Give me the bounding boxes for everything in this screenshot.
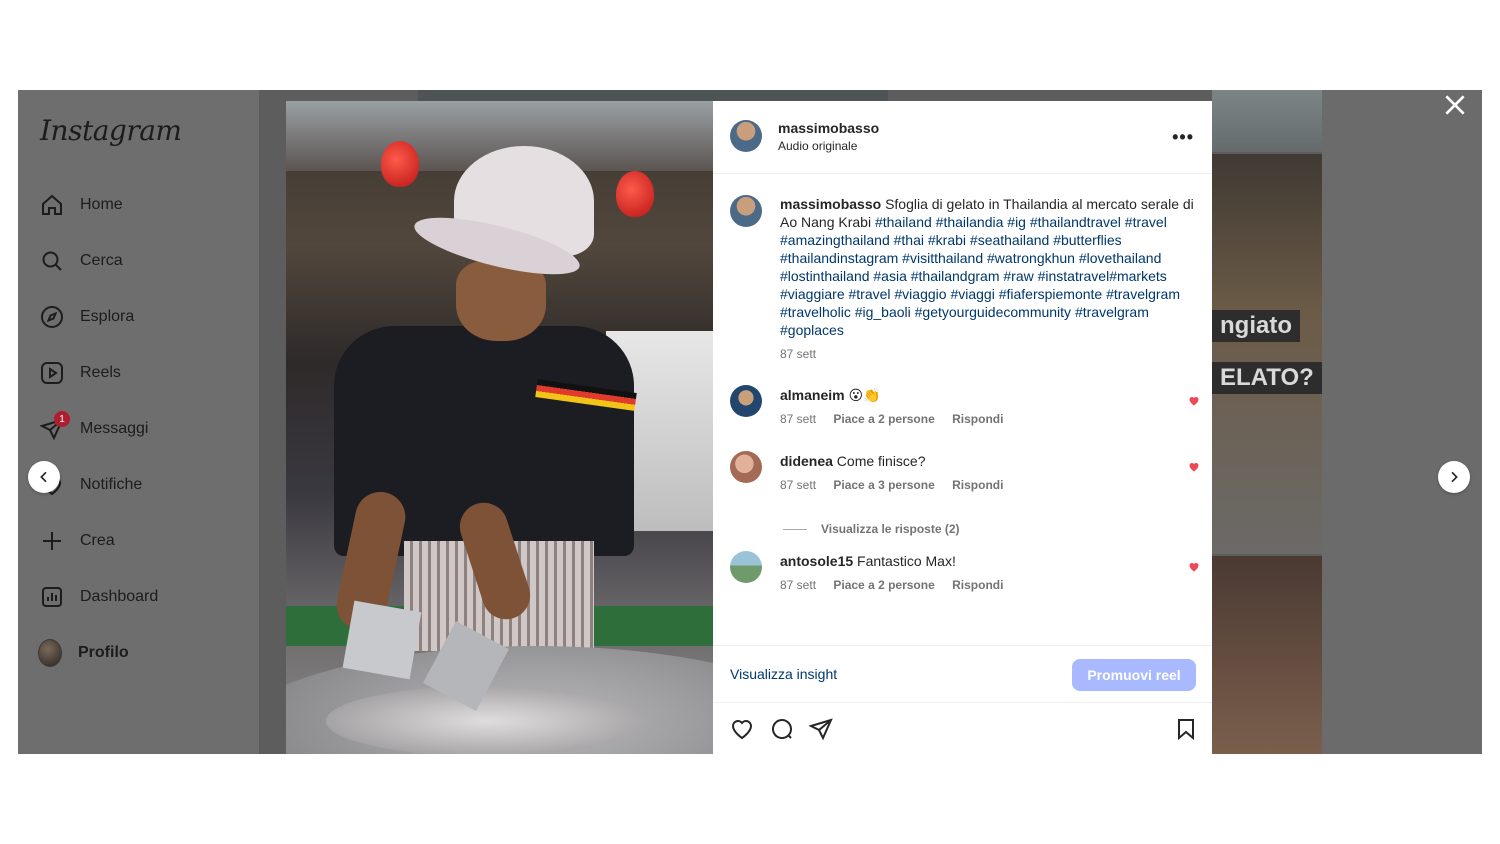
comment-username[interactable]: almaneim bbox=[780, 387, 845, 403]
post-media-video[interactable] bbox=[286, 101, 713, 754]
comment-username[interactable]: didenea bbox=[780, 453, 833, 469]
sidebar-item-reels[interactable]: Reels bbox=[40, 358, 121, 388]
reply-button[interactable]: Rispondi bbox=[952, 578, 1003, 592]
sidebar-item-messages[interactable]: 1 Messaggi bbox=[40, 411, 149, 444]
post-details-panel: massimobasso Audio originale ••• massimo… bbox=[713, 101, 1212, 754]
insights-bar: Visualizza insight Promuovi reel bbox=[713, 645, 1212, 703]
view-replies-button[interactable]: Visualizza le risposte (2) bbox=[783, 522, 960, 536]
dashboard-icon bbox=[40, 585, 64, 609]
comment-text: Fantastico Max! bbox=[857, 553, 956, 569]
sidebar-item-label: Notifiche bbox=[80, 476, 143, 493]
sidebar-item-label: Cerca bbox=[80, 252, 123, 269]
chevron-right-icon bbox=[1451, 471, 1458, 483]
reply-button[interactable]: Rispondi bbox=[952, 478, 1003, 492]
sidebar-item-label: Profilo bbox=[78, 644, 129, 661]
comment-likes[interactable]: Piace a 2 persone bbox=[833, 578, 934, 592]
sidebar-item-search[interactable]: Cerca bbox=[40, 246, 123, 276]
reels-icon bbox=[40, 361, 64, 385]
sidebar-item-create[interactable]: Crea bbox=[40, 526, 115, 556]
plus-icon bbox=[40, 529, 64, 553]
audio-label[interactable]: Audio originale bbox=[778, 139, 857, 153]
comment-avatar[interactable] bbox=[730, 385, 762, 417]
sidebar-item-label: Crea bbox=[80, 532, 115, 549]
sidebar: Instagram Home Cerca Esplora Reels 1 Mes… bbox=[18, 90, 260, 754]
next-post-button[interactable] bbox=[1438, 461, 1470, 493]
instagram-logo[interactable]: Instagram bbox=[40, 114, 182, 147]
owner-username[interactable]: massimobasso bbox=[778, 120, 879, 136]
comment-avatar[interactable] bbox=[730, 451, 762, 483]
comment-time: 87 sett bbox=[780, 578, 817, 592]
home-icon bbox=[40, 193, 64, 217]
post-header: massimobasso Audio originale ••• bbox=[713, 101, 1212, 174]
post-action-bar bbox=[713, 703, 1212, 754]
divider bbox=[783, 528, 807, 530]
comment-time: 87 sett bbox=[780, 478, 817, 492]
liked-heart-icon[interactable] bbox=[1188, 561, 1200, 573]
sidebar-item-profile[interactable]: Profilo bbox=[38, 638, 129, 668]
sidebar-item-label: Esplora bbox=[80, 308, 135, 325]
post-caption: massimobasso Sfoglia di gelato in Thaila… bbox=[780, 195, 1200, 363]
comment-text: 😮👏 bbox=[848, 387, 881, 403]
background-tile bbox=[1212, 154, 1322, 554]
comment-likes[interactable]: Piace a 3 persone bbox=[833, 478, 934, 492]
sidebar-item-label: Home bbox=[80, 196, 123, 213]
notification-badge: 1 bbox=[54, 411, 70, 427]
like-heart-icon[interactable] bbox=[730, 717, 754, 741]
sidebar-item-explore[interactable]: Esplora bbox=[40, 302, 134, 332]
comment-username[interactable]: antosole15 bbox=[780, 553, 853, 569]
background-overlay-text: ngiato bbox=[1212, 310, 1300, 342]
screenshot-frame: Instagram Home Cerca Esplora Reels 1 Mes… bbox=[18, 90, 1482, 754]
liked-heart-icon[interactable] bbox=[1188, 461, 1200, 473]
comment-avatar[interactable] bbox=[730, 551, 762, 583]
sidebar-item-home[interactable]: Home bbox=[40, 190, 123, 220]
comment-time: 87 sett bbox=[780, 412, 817, 426]
sidebar-item-label: Reels bbox=[80, 364, 121, 381]
view-insights-link[interactable]: Visualizza insight bbox=[730, 666, 837, 682]
avatar bbox=[38, 639, 62, 667]
background-overlay-text: ELATO? bbox=[1212, 362, 1322, 394]
owner-avatar[interactable] bbox=[730, 120, 762, 152]
view-replies-label: Visualizza le risposte (2) bbox=[821, 522, 960, 536]
comment-likes[interactable]: Piace a 2 persone bbox=[833, 412, 934, 426]
caption-username[interactable]: massimobasso bbox=[780, 196, 881, 212]
caption-avatar[interactable] bbox=[730, 195, 762, 227]
background-tile bbox=[418, 90, 888, 101]
search-icon bbox=[40, 249, 64, 273]
more-options-icon[interactable]: ••• bbox=[1172, 127, 1194, 148]
close-icon[interactable] bbox=[1442, 92, 1468, 118]
comment-text: Come finisce? bbox=[836, 453, 926, 469]
share-icon[interactable] bbox=[809, 717, 833, 741]
promote-reel-button[interactable]: Promuovi reel bbox=[1072, 659, 1196, 691]
sidebar-item-dashboard[interactable]: Dashboard bbox=[40, 582, 158, 612]
caption-time: 87 sett bbox=[780, 347, 817, 361]
background-tile bbox=[1212, 556, 1322, 754]
reply-button[interactable]: Rispondi bbox=[952, 412, 1003, 426]
bookmark-icon[interactable] bbox=[1174, 717, 1198, 741]
background-tile bbox=[1212, 90, 1322, 152]
chevron-left-icon bbox=[40, 471, 47, 483]
messenger-icon: 1 bbox=[40, 411, 70, 441]
sidebar-item-label: Messaggi bbox=[80, 420, 149, 437]
comment-icon[interactable] bbox=[770, 717, 794, 741]
liked-heart-icon[interactable] bbox=[1188, 395, 1200, 407]
previous-post-button[interactable] bbox=[28, 461, 60, 493]
sidebar-item-label: Dashboard bbox=[80, 588, 159, 605]
caption-hashtags[interactable]: #thailand #thailandia #ig #thailandtrave… bbox=[780, 214, 1180, 338]
compass-icon bbox=[40, 305, 64, 329]
